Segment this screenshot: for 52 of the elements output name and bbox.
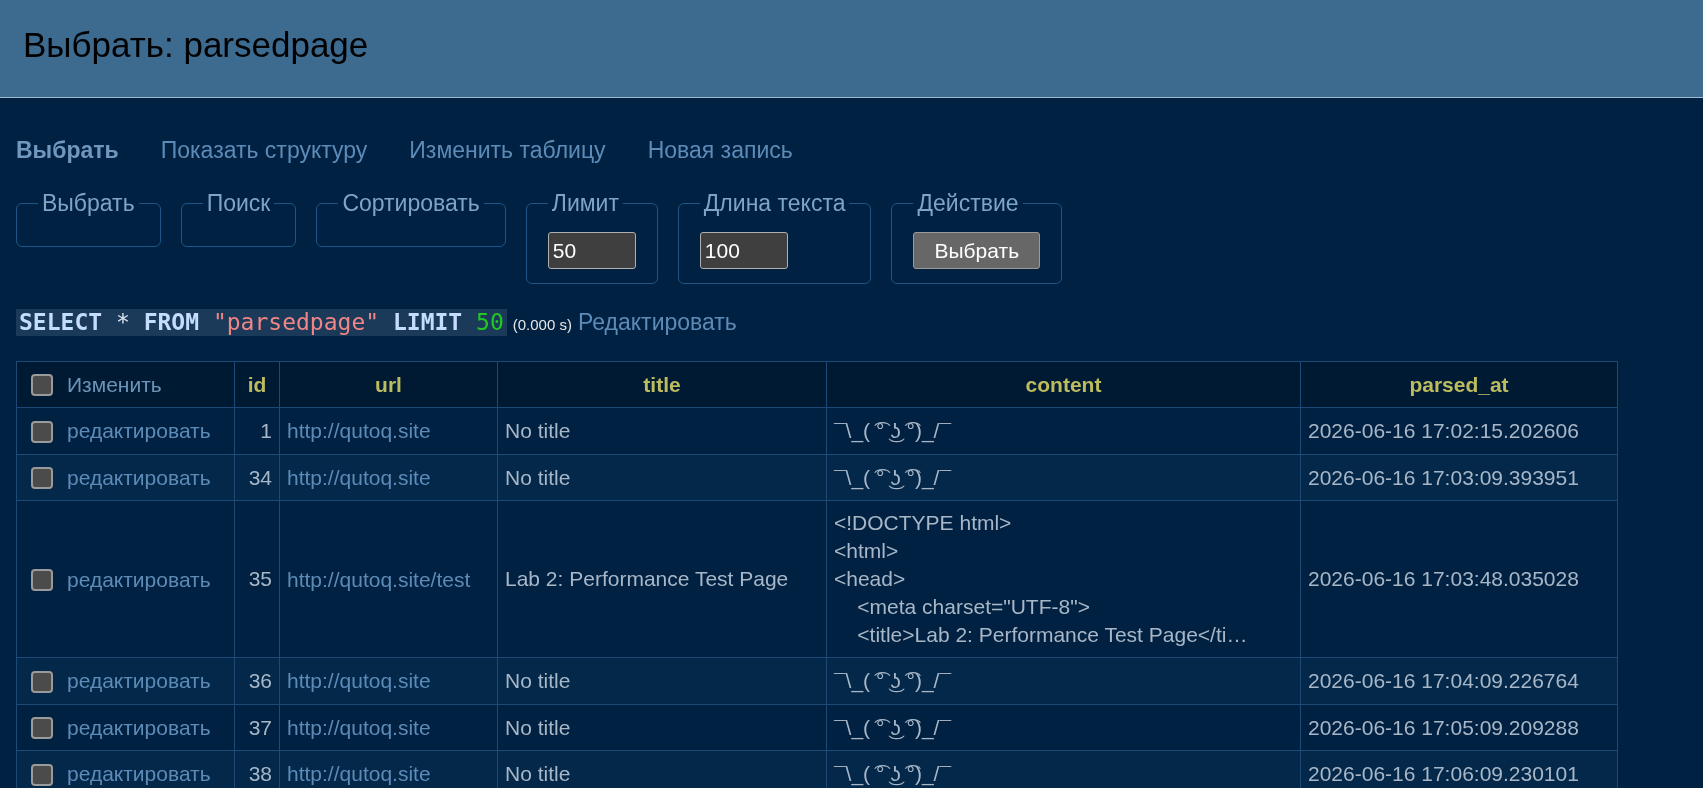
page-title: Выбрать: parsedpage [23,24,369,65]
table-cell: No title [497,454,827,501]
nav-link[interactable]: Новая запись [647,136,793,164]
group-legend: Действие [913,190,1023,216]
group-legend: Сортировать [338,190,484,216]
url-link[interactable]: http://qutoq.site/test [287,568,471,592]
table-cell: 2026-06-16 17:05:09.209288 [1300,704,1618,751]
table-cell: ¯\_( ͡° ͜ʖ ͡°)_/¯ [826,407,1301,455]
group-legend: Длина текста [699,190,850,216]
number-field[interactable]: 100 [699,232,788,269]
column-label: Изменить [67,373,162,397]
table-cell: No title [497,704,827,751]
table-cell: <!DOCTYPE html> <html> <head> <meta charset="UTF-8"> <title>Lab 2: Performance Test Page</ti… [826,500,1301,658]
group-legend: Выбрать [38,190,139,216]
column-header: id [234,361,280,408]
query-time: (0.000 s) [512,316,572,333]
edit-query-link[interactable]: Редактировать [577,309,737,336]
column-header: parsed_at [1300,361,1618,408]
table-cell: ¯\_( ͡° ͜ʖ ͡°)_/¯ [826,704,1301,751]
sql-query: SELECT * FROM "parsedpage" LIMIT 50 [16,309,507,336]
table-cell: 36 [234,657,280,705]
table-cell: ¯\_( ͡° ͜ʖ ͡°)_/¯ [826,657,1301,705]
column-header: title [497,361,827,408]
group-legend: Поиск [202,190,275,216]
select-all-checkbox[interactable] [31,374,53,397]
row-checkbox[interactable] [31,717,53,740]
nav-link[interactable]: Выбрать [16,136,119,164]
row-checkbox[interactable] [31,467,53,490]
column-header: content [826,361,1301,408]
nav-link[interactable]: Показать структуру [160,136,368,164]
group-legend: Лимит [547,190,623,216]
table-cell: 1 [234,407,280,455]
number-field[interactable]: 50 [547,232,636,269]
edit-link[interactable]: редактировать [67,568,211,592]
select-button[interactable]: Выбрать [913,232,1041,269]
table-cell: 2026-06-16 17:03:09.393951 [1300,454,1618,501]
table-cell: ¯\_( ͡° ͜ʖ ͡°)_/¯ [826,454,1301,501]
column-header: url [279,361,498,408]
table-cell: Lab 2: Performance Test Page [497,500,827,658]
table-cell: 35 [234,500,280,658]
row-checkbox[interactable] [31,420,53,443]
table-cell: 34 [234,454,280,501]
row-checkbox[interactable] [31,763,53,786]
table-cell: 2026-06-16 17:02:15.202606 [1300,407,1618,455]
table-cell: 2026-06-16 17:03:48.035028 [1300,500,1618,658]
nav-link[interactable]: Изменить таблицу [409,136,606,164]
table-cell: No title [497,657,827,705]
table-cell: 37 [234,704,280,751]
table-cell: 2026-06-16 17:04:09.226764 [1300,657,1618,705]
table-cell: No title [497,407,827,455]
row-checkbox[interactable] [31,569,53,592]
row-checkbox[interactable] [31,670,53,693]
